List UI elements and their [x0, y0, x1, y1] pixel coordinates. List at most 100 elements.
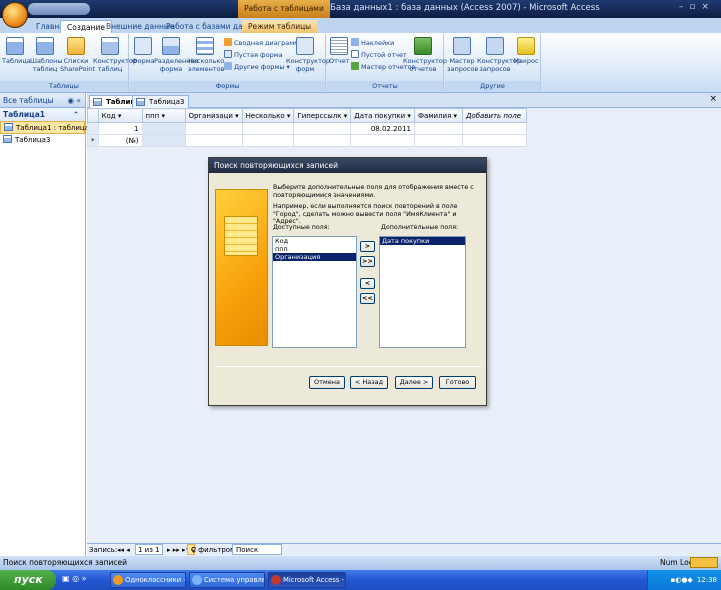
labels-button[interactable]: Наклейки [351, 38, 394, 48]
status-bar: Поиск повторяющихся записей Num Lock [0, 556, 721, 570]
sharepoint-lists-button[interactable]: Списки SharePoint [60, 37, 95, 73]
report-design-button[interactable]: Конструктор отчетов [403, 37, 447, 73]
nav-item-table1[interactable]: Таблица1 : таблица [0, 121, 89, 134]
record-position[interactable]: 1 из 1 [135, 544, 163, 555]
tray-icons[interactable]: ▪◐●◆ [670, 576, 692, 584]
additional-fields-list[interactable]: Дата покупки [379, 236, 466, 348]
query-wizard-button[interactable]: Мастер запросов [447, 37, 478, 73]
available-fields-label: Доступные поля: [273, 224, 330, 231]
split-form-button[interactable]: Разделенная форма [154, 37, 198, 73]
pivot-chart-icon [224, 38, 232, 46]
more-forms-button[interactable]: Другие формы ▾ [224, 62, 290, 72]
col-header-kod[interactable]: Код ▾ [97, 108, 143, 123]
cell-organization-new[interactable] [184, 134, 243, 147]
task-odnoklassniki[interactable]: Одноклассники - Мо... [110, 572, 186, 588]
search-input[interactable]: Поиск [232, 544, 282, 555]
cell-organization[interactable] [184, 122, 243, 135]
available-fields-list[interactable]: Код ппп Организация [272, 236, 357, 348]
window-controls[interactable]: –▫× [679, 2, 715, 12]
move-all-right-button[interactable]: >> [360, 256, 375, 267]
col-header-multiple[interactable]: Несколько ▾ [241, 108, 295, 123]
col-header-organization[interactable]: Организаци ▾ [184, 108, 243, 123]
navigation-pane: Все таблицы ◉ « Таблица1 ⌃ Таблица1 : табл… [0, 93, 89, 556]
table-button[interactable]: Таблица [2, 37, 31, 65]
cell-surname[interactable] [413, 122, 463, 135]
cell-kod-new[interactable]: (№) [97, 134, 143, 147]
doc-tab-table3[interactable]: Таблица3 [132, 95, 190, 108]
dialog-example: Например, если выполняется поиск повторе… [273, 203, 458, 226]
row-selector[interactable] [87, 122, 99, 135]
chevron-up-icon[interactable]: ⌃ [73, 108, 79, 121]
task-access[interactable]: Microsoft Access - Ба... [268, 572, 346, 588]
table-templates-icon [36, 37, 54, 55]
report-button[interactable]: Отчет [329, 37, 350, 65]
cell-ppp-new[interactable] [141, 134, 186, 147]
move-one-left-button[interactable]: < [360, 278, 375, 289]
cell-multiple[interactable] [241, 122, 295, 135]
close-document-icon[interactable]: × [709, 94, 717, 104]
finish-button[interactable]: Готово [439, 376, 476, 389]
quick-access-toolbar[interactable] [28, 3, 90, 15]
report-design-icon [414, 37, 432, 55]
group-tables-label: Таблицы [0, 81, 128, 91]
cell-surname-new[interactable] [413, 134, 463, 147]
select-all-cell[interactable] [87, 108, 99, 123]
list-item[interactable]: Дата покупки [380, 237, 465, 245]
record-navigator: Запись: ◂◂ ◂ 1 из 1 ▸ ▸▸ ▸* ⚲ С фильтром… [87, 543, 721, 556]
query-design-button[interactable]: Конструктор запросов [477, 37, 521, 73]
table-row[interactable]: 1 08.02.2011 [87, 122, 527, 135]
macro-button[interactable]: Макрос [513, 37, 539, 65]
window-title: База данных1 : база данных (Access 2007)… [330, 3, 600, 13]
form-button[interactable]: Форма [132, 37, 155, 65]
first-record-button[interactable]: ◂◂ ◂ [117, 544, 130, 556]
table-icon [3, 135, 12, 143]
col-header-ppp[interactable]: ппп ▾ [141, 108, 186, 123]
back-button[interactable]: < Назад [350, 376, 388, 389]
move-one-right-button[interactable]: > [360, 241, 375, 252]
status-text: Поиск повторяющихся записей [3, 558, 127, 567]
multiple-items-button[interactable]: Несколько элементов [188, 37, 224, 73]
cell-purchase-date-new[interactable] [350, 134, 415, 147]
list-item[interactable]: Организация [273, 253, 356, 261]
start-button[interactable]: пуск [0, 570, 56, 590]
cell-ppp[interactable] [141, 122, 186, 135]
nav-collapse-icon[interactable]: ◉ « [67, 93, 81, 108]
col-header-hyperlink[interactable]: Гиперссылк ▾ [293, 108, 352, 123]
next-button[interactable]: Далее > [395, 376, 433, 389]
view-buttons[interactable] [690, 557, 718, 568]
quick-launch[interactable]: ▣ ◎ » [62, 574, 94, 586]
cell-hyperlink-new[interactable] [293, 134, 352, 147]
cell-purchase-date[interactable]: 08.02.2011 [350, 122, 415, 135]
task-control-system[interactable]: Система управлени... [189, 572, 265, 588]
move-all-left-button[interactable]: << [360, 293, 375, 304]
new-row[interactable]: * (№) [87, 134, 527, 147]
tab-datasheet[interactable]: Режим таблицы [242, 20, 318, 33]
cell-hyperlink[interactable] [293, 122, 352, 135]
list-item[interactable]: ппп [273, 245, 356, 253]
col-header-surname[interactable]: Фамилия ▾ [413, 108, 463, 123]
form-design-button[interactable]: Конструктор форм [286, 37, 330, 73]
cancel-button[interactable]: Отмена [309, 376, 345, 389]
group-forms-label: Формы [130, 81, 325, 91]
filter-indicator[interactable]: ⚲ С фильтром [187, 544, 235, 555]
cell-multiple-new[interactable] [241, 134, 295, 147]
cell-kod[interactable]: 1 [97, 122, 143, 135]
col-header-add-field[interactable]: Добавить поле [461, 108, 527, 123]
list-item[interactable]: Код [273, 237, 356, 245]
blank-form-button[interactable]: Пустая форма [224, 50, 283, 60]
blank-report-button[interactable]: Пустой отчет [351, 50, 407, 60]
table-design-button[interactable]: Конструктор таблиц [93, 37, 137, 73]
table-templates-button[interactable]: Шаблоны таблиц [30, 37, 62, 73]
cell-add-field-new[interactable] [461, 134, 527, 147]
next-record-button[interactable]: ▸ ▸▸ ▸* [167, 544, 189, 556]
nav-item-table3[interactable]: Таблица3 [0, 134, 85, 147]
nav-header[interactable]: Все таблицы ◉ « [0, 93, 85, 108]
nav-group[interactable]: Таблица1 ⌃ [0, 108, 85, 121]
office-button[interactable] [2, 2, 28, 28]
cell-add-field[interactable] [461, 122, 527, 135]
col-header-purchase-date[interactable]: Дата покупки ▾ [350, 108, 415, 123]
system-tray: ▪◐●◆ 12:38 [647, 570, 721, 590]
record-label: Запись: [89, 546, 118, 554]
group-other: Мастер запросов Конструктор запросов Мак… [445, 34, 541, 91]
report-icon [330, 37, 348, 55]
